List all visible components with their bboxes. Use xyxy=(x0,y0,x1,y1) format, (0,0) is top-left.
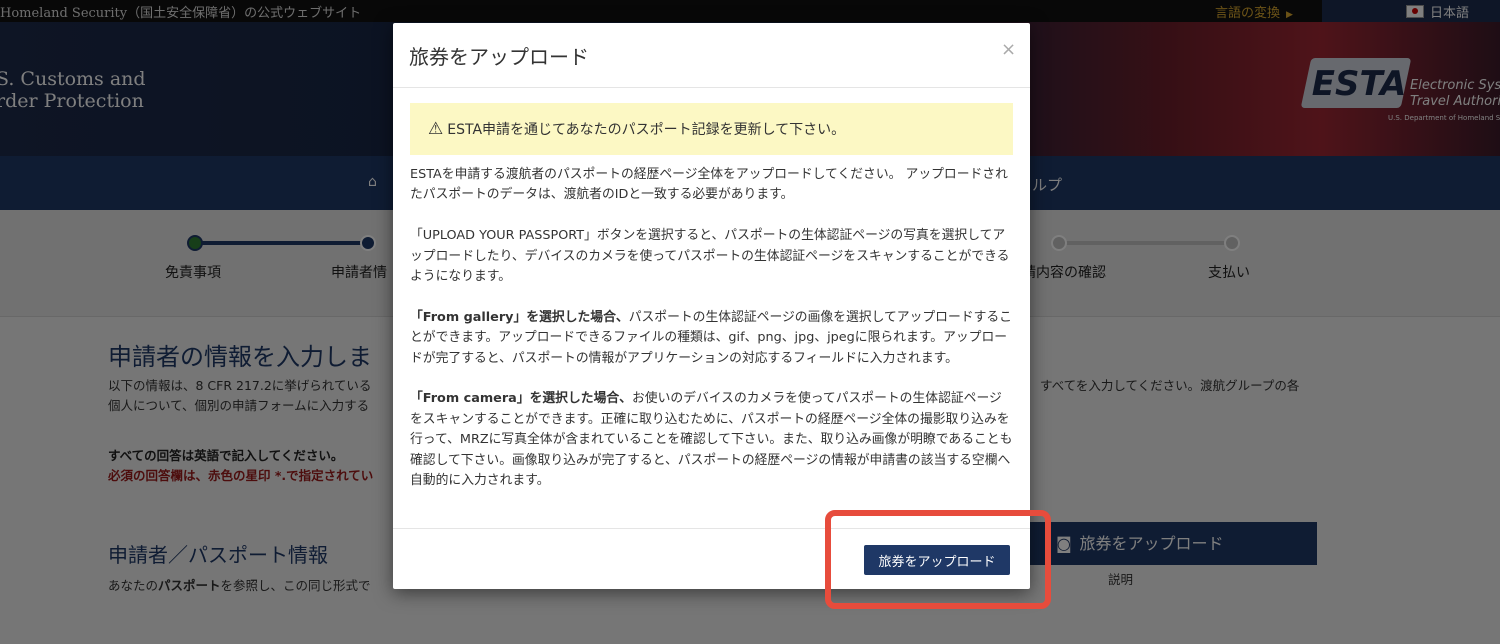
warning-text: ESTA申請を通じてあなたのパスポート記録を更新して下さい。 xyxy=(447,122,846,138)
warning-icon: ⚠ xyxy=(428,119,444,139)
camera-option-label: 「From camera」を選択した場合、 xyxy=(410,391,632,407)
warning-alert: ⚠ ESTA申請を通じてあなたのパスポート記録を更新して下さい。 xyxy=(410,103,1013,155)
modal-title: 旅券をアップロード xyxy=(409,45,589,69)
close-icon[interactable]: × xyxy=(1001,39,1016,60)
modal-paragraph-3: 「From gallery」を選択した場合、パスポートの生体認証ページの画像を選… xyxy=(410,308,1014,369)
gallery-option-label: 「From gallery」を選択した場合、 xyxy=(410,309,629,325)
upload-passport-modal: 旅券をアップロード × ⚠ ESTA申請を通じてあなたのパスポート記録を更新して下… xyxy=(393,23,1030,589)
modal-paragraph-2: 「UPLOAD YOUR PASSPORT」ボタンを選択すると、パスポートの生体… xyxy=(410,228,1010,285)
modal-paragraph-1: ESTAを申請する渡航者のパスポートの経歴ページ全体をアップロードしてください。… xyxy=(410,167,1008,203)
modal-header: 旅券をアップロード × xyxy=(393,23,1030,88)
modal-body: ESTAを申請する渡航者のパスポートの経歴ページ全体をアップロードしてください。… xyxy=(410,165,1014,512)
highlight-box xyxy=(825,510,1051,609)
modal-paragraph-4: 「From camera」を選択した場合、お使いのデバイスのカメラを使ってパスポ… xyxy=(410,389,1014,491)
